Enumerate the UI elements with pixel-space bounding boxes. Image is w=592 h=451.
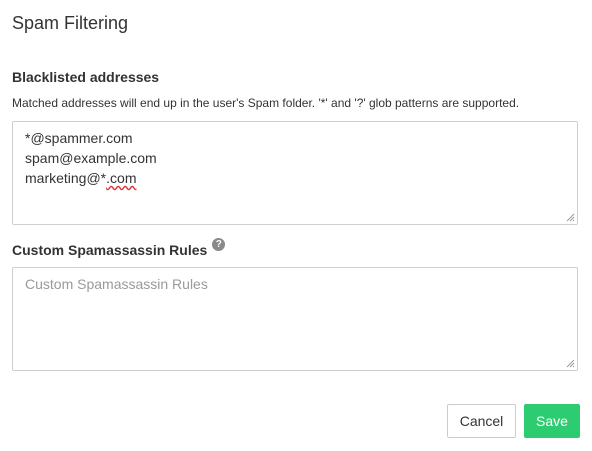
save-button[interactable]: Save [524, 404, 580, 438]
spellcheck-flagged-text: marketing@*.com [25, 170, 136, 186]
resize-grip-icon[interactable] [566, 213, 575, 222]
cancel-button[interactable]: Cancel [447, 404, 516, 438]
resize-grip-icon[interactable] [566, 359, 575, 368]
blacklist-textarea[interactable]: *@spammer.com spam@example.com marketing… [12, 121, 578, 225]
rules-label-row: Custom Spamassassin Rules ? [12, 242, 225, 258]
rules-label: Custom Spamassassin Rules [12, 242, 207, 258]
question-circle-icon[interactable]: ? [212, 238, 225, 251]
blacklist-entry: *@spammer.com [25, 128, 565, 148]
spellcheck-underline: .com [106, 170, 136, 186]
blacklist-entry: spam@example.com [25, 148, 565, 168]
rules-textarea[interactable]: Custom Spamassassin Rules [12, 267, 578, 371]
blacklist-label: Blacklisted addresses [12, 69, 159, 85]
blacklist-entry: marketing@*.com [25, 168, 565, 188]
dialog-title: Spam Filtering [12, 13, 128, 34]
blacklist-help-text: Matched addresses will end up in the use… [12, 96, 519, 110]
rules-placeholder: Custom Spamassassin Rules [25, 274, 565, 294]
